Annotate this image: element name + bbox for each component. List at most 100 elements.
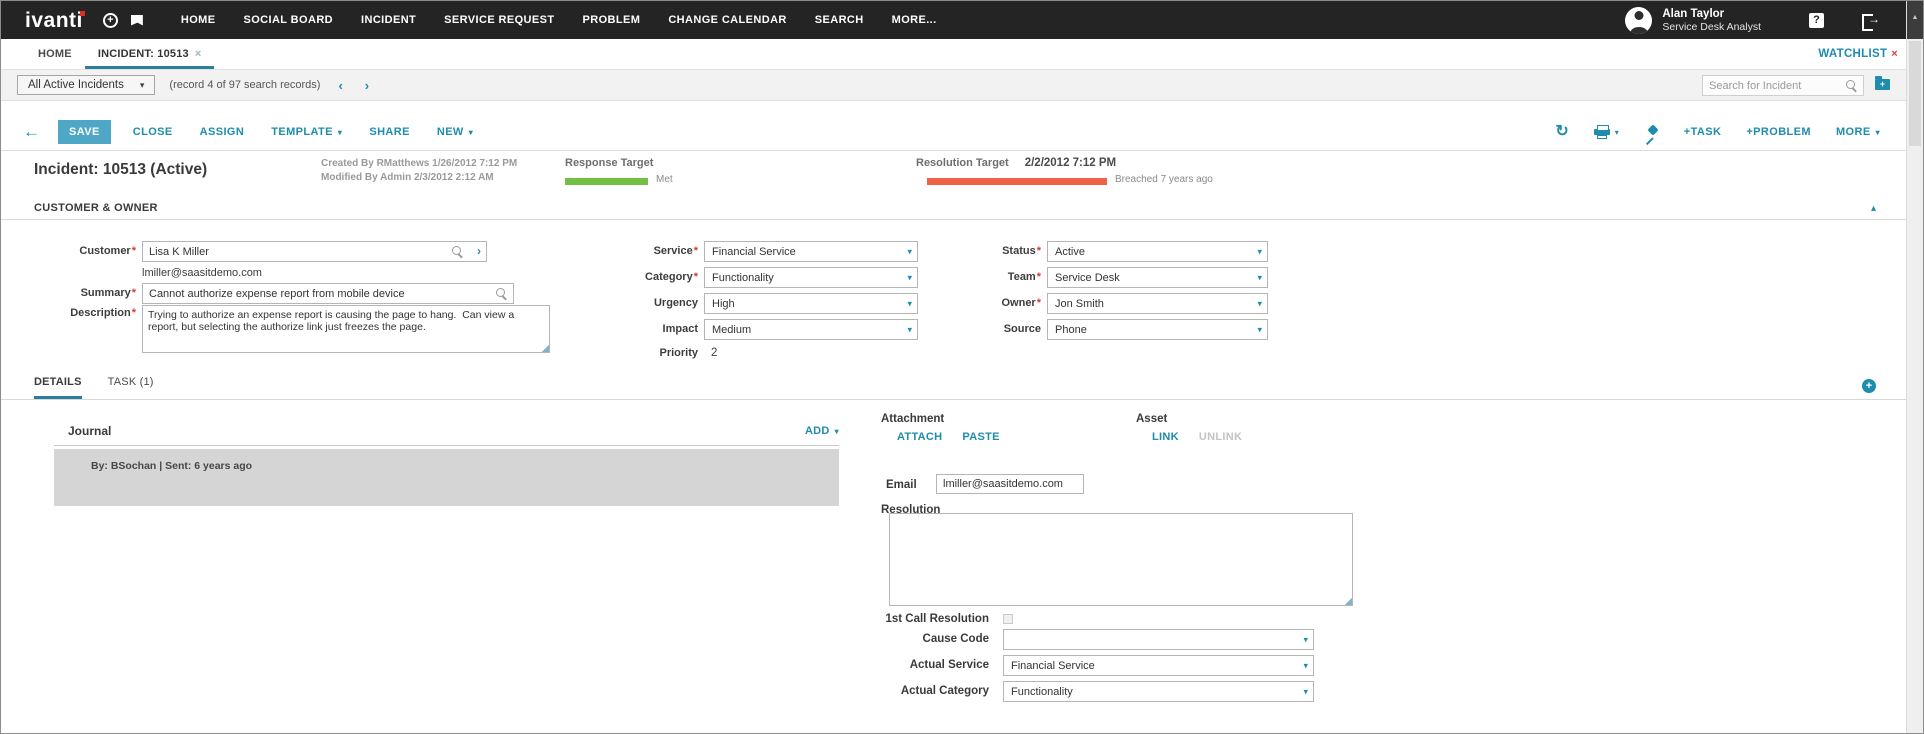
email-label: Email: [886, 479, 917, 491]
print-button[interactable]: ▾: [1594, 125, 1619, 139]
printer-slot: [1597, 135, 1607, 139]
new-label: NEW: [437, 126, 464, 138]
user-info[interactable]: Alan Taylor Service Desk Analyst: [1662, 7, 1761, 34]
impact-field-row: Impact Medium▾: [578, 319, 918, 340]
status-select[interactable]: Active▾: [1047, 241, 1268, 262]
saved-search-dropdown[interactable]: All Active Incidents ▾: [17, 75, 155, 95]
summary-field-row: Summary*: [1, 283, 514, 304]
tab-details[interactable]: DETAILS: [34, 376, 82, 399]
add-problem-label: +PROBLEM: [1746, 126, 1811, 138]
link-button[interactable]: LINK: [1152, 431, 1179, 443]
incident-search-input[interactable]: [1709, 80, 1846, 92]
pin-icon[interactable]: [1644, 125, 1659, 140]
first-call-resolution-checkbox[interactable]: [1003, 614, 1013, 624]
scrollbar-thumb[interactable]: [1909, 41, 1921, 146]
detail-tabbar: DETAILS TASK (1) +: [1, 376, 1906, 400]
menu-service-request[interactable]: SERVICE REQUEST: [430, 1, 568, 39]
journal-entry[interactable]: By: BSochan | Sent: 6 years ago: [54, 449, 839, 506]
customer-input[interactable]: [142, 241, 487, 262]
impact-label: Impact: [578, 319, 698, 335]
journal-add-button[interactable]: ADD▾: [805, 425, 839, 437]
tab-incident-10513[interactable]: INCIDENT: 10513 ×: [85, 48, 215, 69]
team-select[interactable]: Service Desk▾: [1047, 267, 1268, 288]
summary-input[interactable]: [142, 283, 514, 304]
source-label: Source: [931, 319, 1041, 335]
status-label: Status*: [931, 241, 1041, 257]
template-button[interactable]: TEMPLATE▾: [271, 126, 342, 138]
more-button[interactable]: MORE▾: [1836, 126, 1880, 138]
menu-problem[interactable]: PROBLEM: [569, 1, 655, 39]
close-button[interactable]: CLOSE: [133, 126, 173, 138]
resize-handle[interactable]: [1344, 597, 1352, 605]
paste-button[interactable]: PASTE: [962, 431, 999, 443]
response-target: Response Target Met: [565, 157, 673, 185]
unlink-button: UNLINK: [1199, 431, 1242, 443]
response-target-label: Response Target: [565, 157, 673, 169]
new-button[interactable]: NEW▾: [437, 126, 473, 138]
impact-value: Medium: [712, 324, 751, 336]
email-input[interactable]: [936, 474, 1084, 494]
open-record-chevron-icon[interactable]: ›: [477, 244, 481, 258]
tab-task[interactable]: TASK (1): [108, 376, 154, 399]
previous-record-button[interactable]: ‹: [338, 78, 342, 93]
scrollbar-up-button[interactable]: ▲: [1907, 1, 1923, 39]
search-icon[interactable]: [452, 246, 463, 257]
add-task-button[interactable]: +TASK: [1684, 126, 1722, 138]
resize-handle[interactable]: [541, 344, 549, 352]
attachment-actions: ATTACH PASTE: [897, 431, 1000, 443]
resolution-target-date: 2/2/2012 7:12 PM: [1025, 157, 1116, 169]
tab-home[interactable]: HOME: [25, 48, 85, 69]
back-arrow-icon[interactable]: ←: [23, 122, 40, 142]
resolution-textarea[interactable]: [889, 513, 1353, 606]
first-call-resolution-label: 1st Call Resolution: [859, 613, 989, 625]
collapse-section-icon[interactable]: ▴: [1871, 203, 1876, 214]
tab-close-icon[interactable]: ×: [195, 48, 202, 60]
question-glyph: ?: [1813, 14, 1820, 26]
actual-category-label: Actual Category: [859, 685, 989, 697]
attach-button[interactable]: ATTACH: [897, 431, 942, 443]
search-icon[interactable]: [496, 288, 507, 299]
assign-button[interactable]: ASSIGN: [200, 126, 245, 138]
menu-incident[interactable]: INCIDENT: [347, 1, 430, 39]
category-select[interactable]: Functionality▾: [704, 267, 918, 288]
help-icon[interactable]: ?: [1809, 13, 1824, 28]
description-textarea[interactable]: Trying to authorize an expense report is…: [142, 305, 550, 353]
share-button[interactable]: SHARE: [369, 126, 410, 138]
menu-home[interactable]: HOME: [167, 1, 230, 39]
description-label: Description*: [1, 305, 136, 319]
refresh-icon[interactable]: ↻: [1555, 124, 1568, 140]
priority-value: 2: [711, 343, 717, 359]
new-record-folder-icon[interactable]: +: [1875, 79, 1890, 90]
add-problem-button[interactable]: +PROBLEM: [1746, 126, 1811, 138]
save-button[interactable]: SAVE: [58, 120, 111, 144]
menu-change-calendar[interactable]: CHANGE CALENDAR: [654, 1, 800, 39]
logout-icon[interactable]: →: [1862, 14, 1878, 27]
search-icon[interactable]: [1846, 80, 1857, 91]
watchlist-button[interactable]: WATCHLIST ×: [1818, 48, 1906, 69]
owner-field-row: Owner* Jon Smith▾: [931, 293, 1268, 314]
priority-field-row: Priority 2: [578, 343, 717, 359]
watchlist-close-icon[interactable]: ×: [1891, 48, 1898, 60]
owner-select[interactable]: Jon Smith▾: [1047, 293, 1268, 314]
source-select[interactable]: Phone▾: [1047, 319, 1268, 340]
customer-owner-section-header: CUSTOMER & OWNER ▴: [1, 201, 1906, 220]
actual-category-select[interactable]: Functionality▾: [1003, 681, 1314, 702]
announcement-flag-icon[interactable]: [131, 15, 143, 26]
menu-search[interactable]: SEARCH: [801, 1, 878, 39]
menu-more[interactable]: MORE...: [878, 1, 951, 39]
urgency-label: Urgency: [578, 293, 698, 309]
cause-code-select[interactable]: ▾: [1003, 629, 1314, 650]
actual-service-select[interactable]: Financial Service▾: [1003, 655, 1314, 676]
quick-add-icon[interactable]: +: [103, 13, 118, 28]
next-record-button[interactable]: ›: [365, 78, 369, 93]
service-select[interactable]: Financial Service▾: [704, 241, 918, 262]
menu-social-board[interactable]: SOCIAL BOARD: [229, 1, 347, 39]
vertical-scrollbar[interactable]: ▲: [1906, 1, 1923, 733]
resolution-target-bar: [927, 178, 1107, 185]
customer-owner-form: Customer* › lmiller@saasitdemo.com Summa…: [1, 241, 1906, 376]
actual-service-label: Actual Service: [859, 659, 989, 671]
impact-select[interactable]: Medium▾: [704, 319, 918, 340]
avatar[interactable]: [1625, 7, 1652, 34]
urgency-select[interactable]: High▾: [704, 293, 918, 314]
add-tab-icon[interactable]: +: [1862, 379, 1876, 393]
